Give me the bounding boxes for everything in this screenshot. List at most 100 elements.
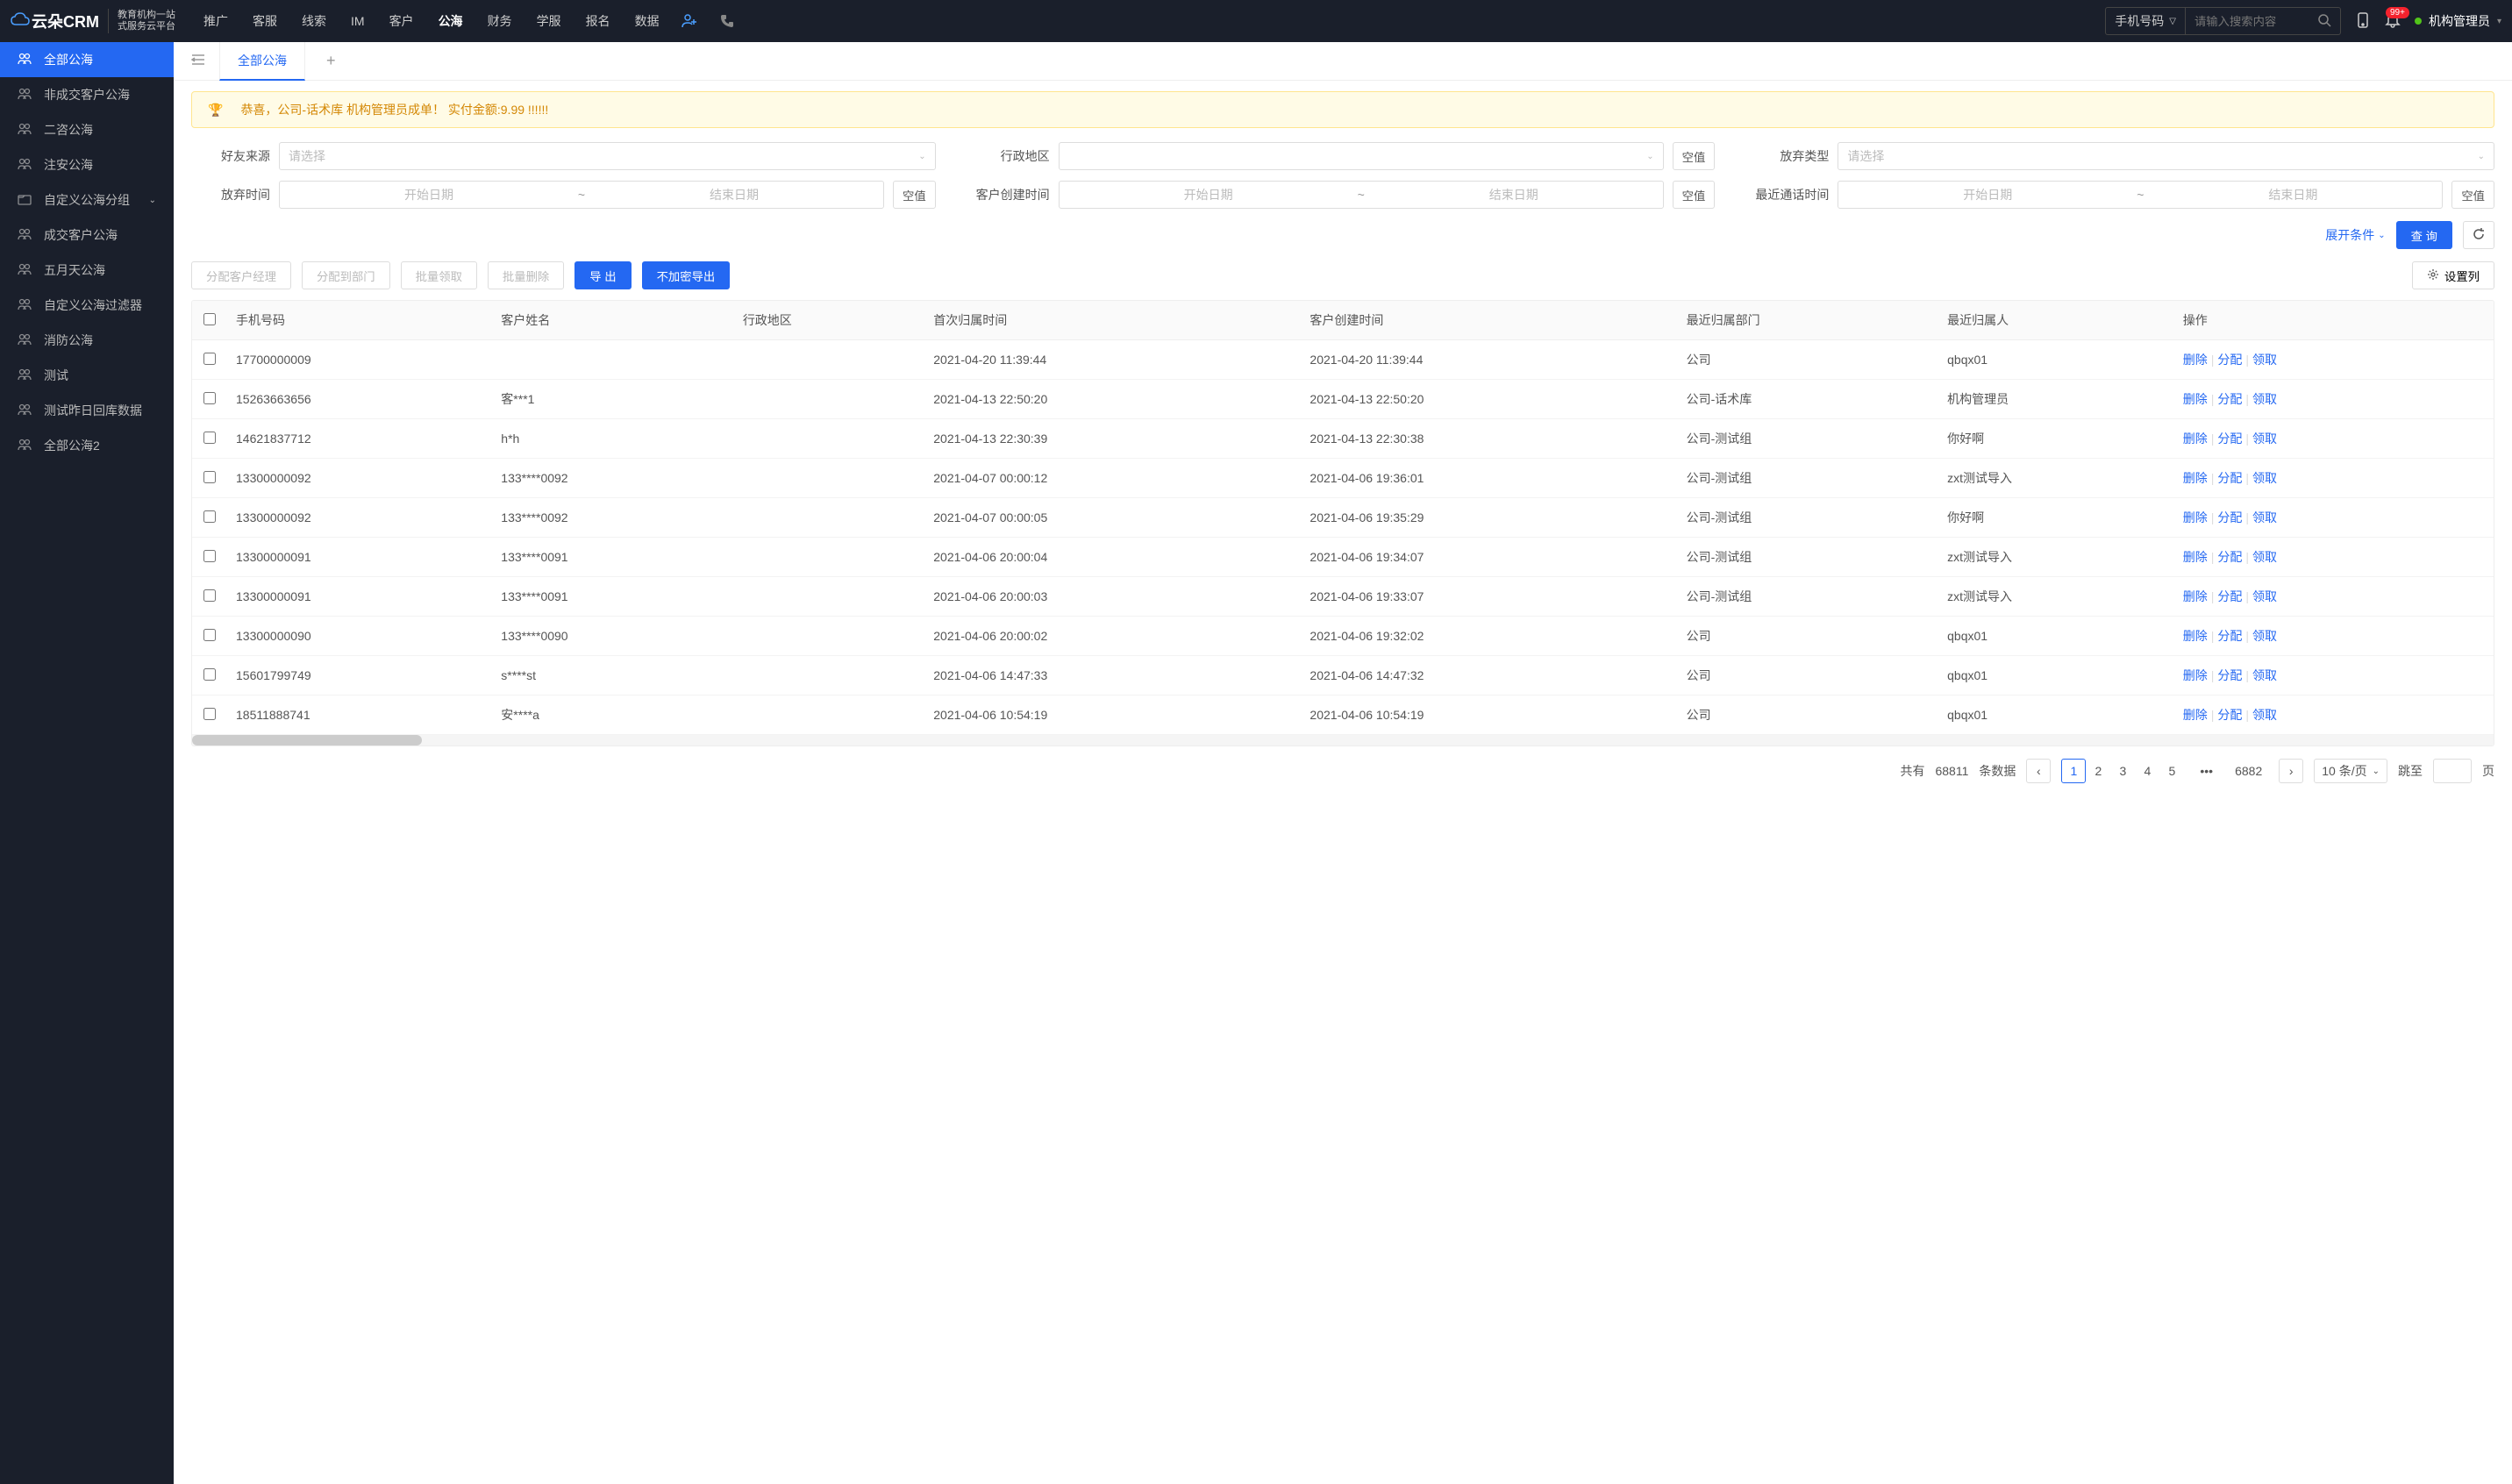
row-assign-link[interactable]: 分配 — [2217, 471, 2242, 485]
nav-item[interactable]: 客服 — [242, 0, 288, 42]
nav-item[interactable]: 数据 — [624, 0, 670, 42]
row-delete-link[interactable]: 删除 — [2183, 550, 2208, 564]
row-assign-link[interactable]: 分配 — [2217, 550, 2242, 564]
nav-item[interactable]: 客户 — [379, 0, 425, 42]
row-claim-link[interactable]: 领取 — [2252, 550, 2277, 564]
page-number-button[interactable]: 4 — [2135, 759, 2159, 783]
assign-dept-button[interactable]: 分配到部门 — [302, 261, 390, 289]
nav-item[interactable]: 报名 — [575, 0, 621, 42]
expand-filters-link[interactable]: 展开条件 ⌄ — [2325, 226, 2385, 244]
search-button[interactable] — [2309, 13, 2340, 30]
row-claim-link[interactable]: 领取 — [2252, 668, 2277, 682]
row-delete-link[interactable]: 删除 — [2183, 392, 2208, 406]
abandon-time-null-button[interactable]: 空值 — [893, 181, 936, 209]
page-size-select[interactable]: 10 条/页 ⌄ — [2314, 759, 2387, 783]
sidebar-item[interactable]: 全部公海 — [0, 42, 174, 77]
row-checkbox[interactable] — [203, 629, 216, 641]
tabs-collapse-icon[interactable] — [184, 54, 212, 68]
row-delete-link[interactable]: 删除 — [2183, 708, 2208, 722]
row-delete-link[interactable]: 删除 — [2183, 589, 2208, 603]
row-assign-link[interactable]: 分配 — [2217, 589, 2242, 603]
last-call-range[interactable]: 开始日期 ~ 结束日期 — [1838, 181, 2443, 209]
row-claim-link[interactable]: 领取 — [2252, 471, 2277, 485]
row-assign-link[interactable]: 分配 — [2217, 510, 2242, 524]
row-delete-link[interactable]: 删除 — [2183, 432, 2208, 446]
row-claim-link[interactable]: 领取 — [2252, 510, 2277, 524]
sidebar-item[interactable]: 二咨公海 — [0, 112, 174, 147]
next-page-button[interactable]: › — [2279, 759, 2303, 783]
abandon-time-range[interactable]: 开始日期 ~ 结束日期 — [279, 181, 884, 209]
search-input[interactable] — [2186, 15, 2309, 28]
jump-page-input[interactable] — [2433, 759, 2472, 783]
row-delete-link[interactable]: 删除 — [2183, 668, 2208, 682]
row-checkbox[interactable] — [203, 550, 216, 562]
batch-delete-button[interactable]: 批量删除 — [488, 261, 564, 289]
nav-item[interactable]: IM — [340, 0, 375, 42]
row-assign-link[interactable]: 分配 — [2217, 629, 2242, 643]
prev-page-button[interactable]: ‹ — [2026, 759, 2051, 783]
row-assign-link[interactable]: 分配 — [2217, 708, 2242, 722]
row-checkbox[interactable] — [203, 432, 216, 444]
scrollbar-thumb[interactable] — [192, 735, 422, 746]
row-assign-link[interactable]: 分配 — [2217, 392, 2242, 406]
batch-claim-button[interactable]: 批量领取 — [401, 261, 477, 289]
create-time-range[interactable]: 开始日期 ~ 结束日期 — [1059, 181, 1664, 209]
assign-manager-button[interactable]: 分配客户经理 — [191, 261, 291, 289]
row-assign-link[interactable]: 分配 — [2217, 353, 2242, 367]
tab-add-button[interactable]: + — [312, 52, 350, 70]
query-button[interactable]: 查 询 — [2396, 221, 2452, 249]
refresh-button[interactable] — [2463, 221, 2494, 249]
row-claim-link[interactable]: 领取 — [2252, 589, 2277, 603]
nav-item[interactable]: 学服 — [526, 0, 572, 42]
nav-item[interactable]: 公海 — [428, 0, 474, 42]
sidebar-item[interactable]: 自定义公海过滤器 — [0, 288, 174, 323]
row-assign-link[interactable]: 分配 — [2217, 432, 2242, 446]
page-number-button[interactable]: 5 — [2159, 759, 2184, 783]
search-type-select[interactable]: 手机号码 ▽ — [2106, 8, 2186, 34]
row-assign-link[interactable]: 分配 — [2217, 668, 2242, 682]
row-claim-link[interactable]: 领取 — [2252, 629, 2277, 643]
sidebar-item[interactable]: 测试昨日回库数据 — [0, 393, 174, 428]
row-claim-link[interactable]: 领取 — [2252, 708, 2277, 722]
create-time-null-button[interactable]: 空值 — [1673, 181, 1716, 209]
notifications-button[interactable]: 99+ — [2385, 12, 2401, 31]
last-page-button[interactable]: 6882 — [2229, 759, 2268, 783]
phone-icon[interactable] — [709, 0, 746, 42]
nav-item[interactable]: 推广 — [193, 0, 239, 42]
last-call-null-button[interactable]: 空值 — [2451, 181, 2494, 209]
page-number-button[interactable]: 3 — [2110, 759, 2135, 783]
tab-all-pool[interactable]: 全部公海 — [219, 42, 305, 81]
row-delete-link[interactable]: 删除 — [2183, 629, 2208, 643]
row-delete-link[interactable]: 删除 — [2183, 510, 2208, 524]
select-all-checkbox[interactable] — [203, 313, 216, 325]
sidebar-item[interactable]: 成交客户公海 — [0, 218, 174, 253]
sidebar-item[interactable]: 注安公海 — [0, 147, 174, 182]
row-checkbox[interactable] — [203, 510, 216, 523]
row-checkbox[interactable] — [203, 589, 216, 602]
sidebar-item[interactable]: 非成交客户公海 — [0, 77, 174, 112]
logo[interactable]: 云朵CRM — [11, 10, 99, 32]
column-settings-button[interactable]: 设置列 — [2412, 261, 2494, 289]
horizontal-scrollbar[interactable] — [192, 735, 2494, 746]
export-button[interactable]: 导 出 — [574, 261, 631, 289]
row-delete-link[interactable]: 删除 — [2183, 471, 2208, 485]
sidebar-item[interactable]: 五月天公海 — [0, 253, 174, 288]
row-checkbox[interactable] — [203, 353, 216, 365]
nav-item[interactable]: 线索 — [291, 0, 337, 42]
row-delete-link[interactable]: 删除 — [2183, 353, 2208, 367]
row-checkbox[interactable] — [203, 708, 216, 720]
row-claim-link[interactable]: 领取 — [2252, 353, 2277, 367]
abandon-type-select[interactable]: 请选择 ⌄ — [1838, 142, 2494, 170]
add-user-icon[interactable] — [670, 0, 709, 42]
export-plain-button[interactable]: 不加密导出 — [642, 261, 731, 289]
mobile-icon[interactable] — [2355, 12, 2371, 31]
friend-source-select[interactable]: 请选择 ⌄ — [279, 142, 936, 170]
admin-region-null-button[interactable]: 空值 — [1673, 142, 1716, 170]
row-claim-link[interactable]: 领取 — [2252, 392, 2277, 406]
sidebar-item[interactable]: 测试 — [0, 358, 174, 393]
admin-region-select[interactable]: ⌄ — [1059, 142, 1664, 170]
row-checkbox[interactable] — [203, 392, 216, 404]
sidebar-item[interactable]: 消防公海 — [0, 323, 174, 358]
sidebar-item[interactable]: 自定义公海分组⌄ — [0, 182, 174, 218]
row-checkbox[interactable] — [203, 668, 216, 681]
